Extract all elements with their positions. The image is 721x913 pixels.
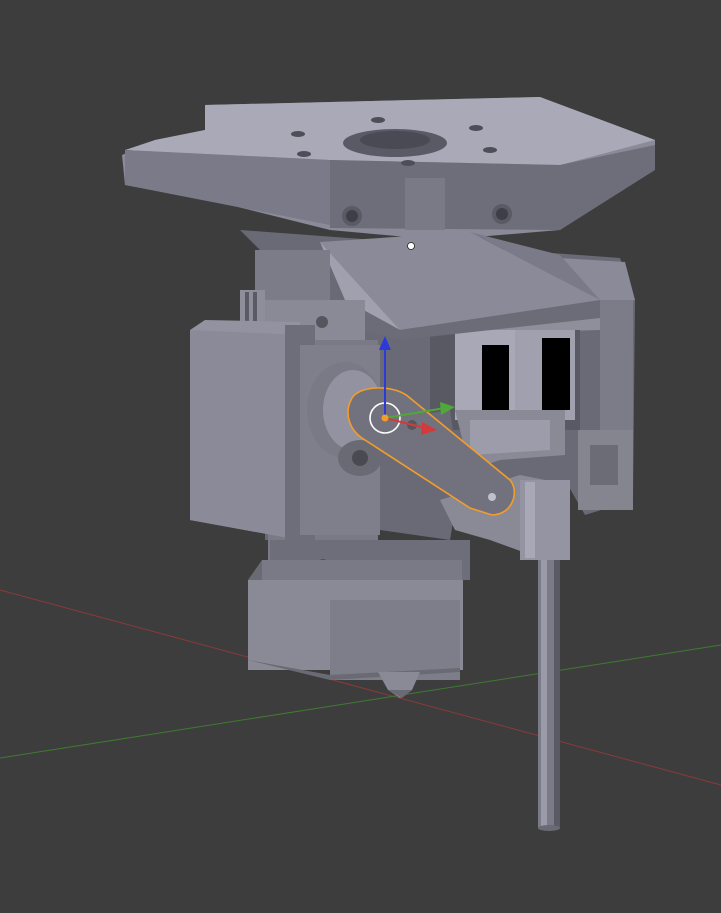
heater-block[interactable] [248,560,463,680]
scene-canvas[interactable] [0,0,721,913]
endstop-switches[interactable] [455,330,575,420]
probe-rod[interactable] [538,540,560,831]
origin-point [407,242,415,250]
3d-viewport[interactable] [0,0,721,913]
mount-plate[interactable] [122,97,655,240]
object-origin [381,414,389,422]
